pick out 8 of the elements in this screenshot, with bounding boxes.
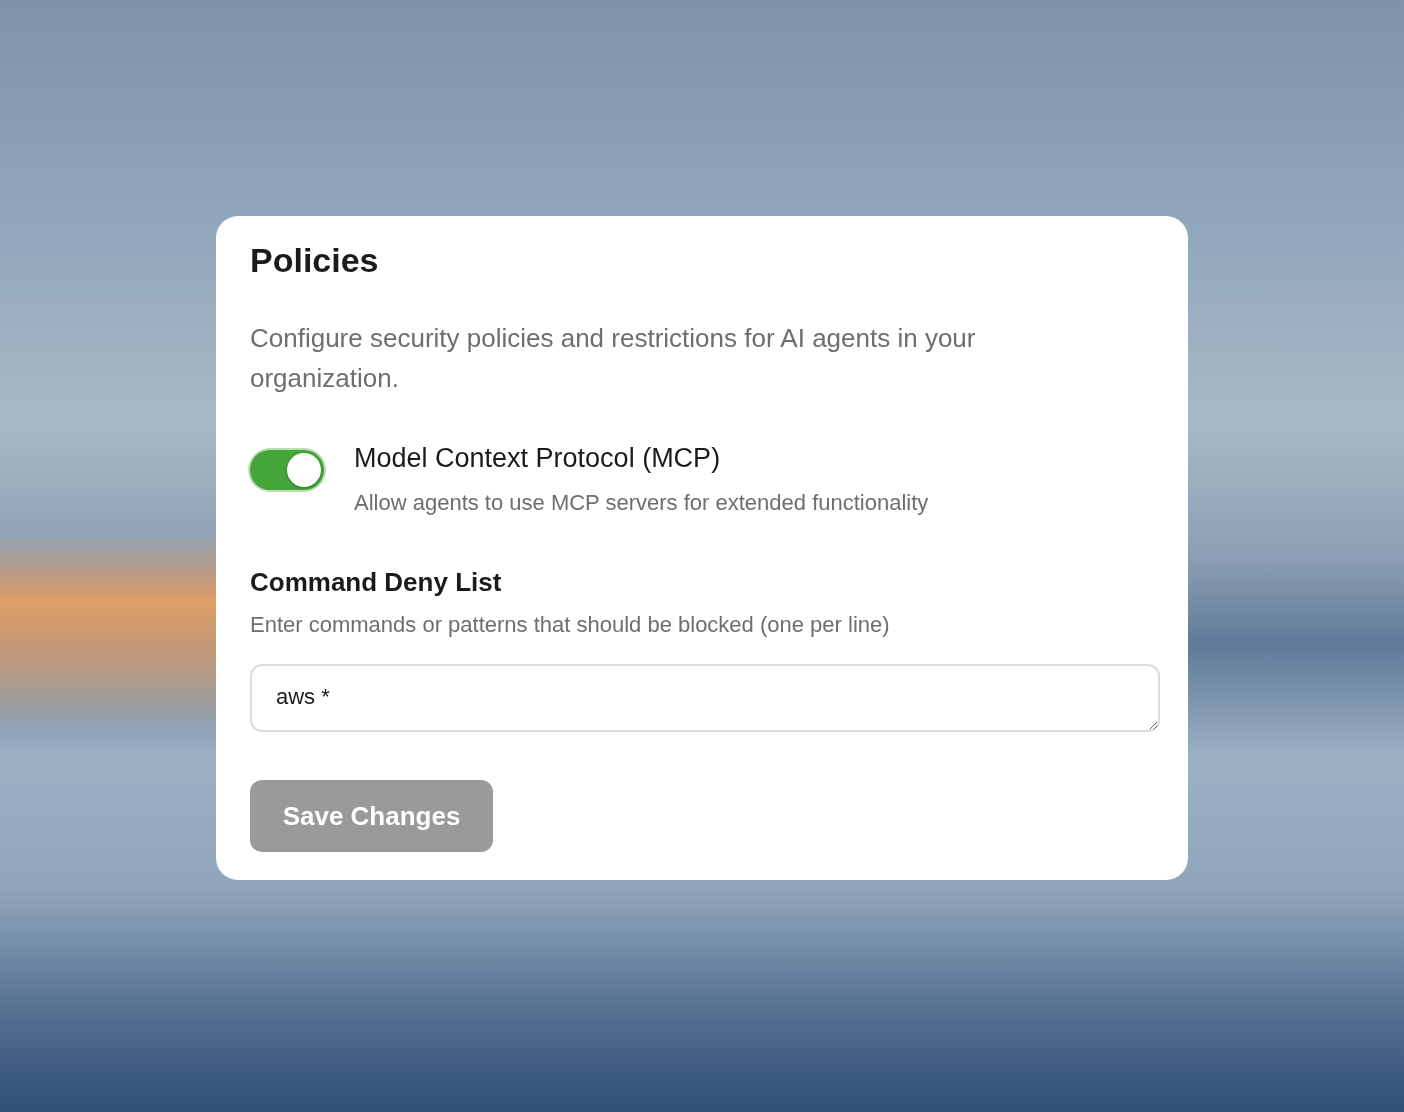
mcp-label: Model Context Protocol (MCP) xyxy=(354,442,722,475)
deny-list-field[interactable]: aws * xyxy=(250,664,1160,732)
mcp-description: Allow agents to use MCP servers for extended functionality xyxy=(354,489,929,517)
panel-title: Policies xyxy=(250,240,380,280)
mcp-toggle[interactable] xyxy=(250,450,324,490)
panel-description: Configure security policies and restrictions for AI agents in your organization. xyxy=(250,322,977,395)
deny-list-heading: Command Deny List xyxy=(250,566,503,599)
deny-list-hint: Enter commands or patterns that should be blocked (one per line) xyxy=(250,611,891,639)
